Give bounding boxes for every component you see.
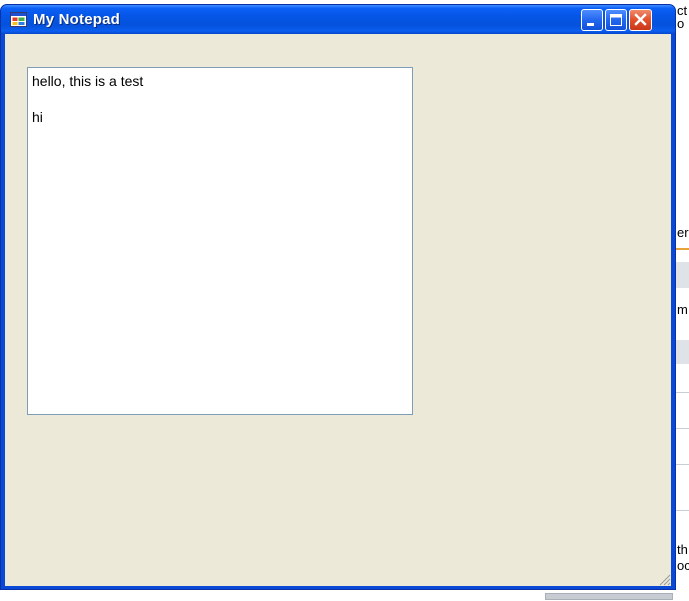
minimize-button[interactable] [581, 9, 603, 31]
background-divider [676, 392, 689, 393]
background-text-fragment: th [677, 542, 688, 557]
background-divider [676, 464, 689, 465]
background-divider [676, 428, 689, 429]
maximize-icon [610, 14, 622, 26]
app-window-icon[interactable] [10, 11, 27, 28]
title-bar[interactable]: My Notepad [1, 5, 675, 34]
background-text-fragment: er [677, 225, 689, 240]
background-text-fragment: oc [677, 558, 689, 573]
background-text-fragment: m [677, 302, 688, 317]
background-strip [0, 590, 689, 601]
window-client-area: hello, this is a test hi [5, 34, 671, 586]
editor-line: hello, this is a test [32, 73, 144, 89]
maximize-button[interactable] [605, 9, 627, 31]
background-band [676, 340, 689, 364]
close-button[interactable] [629, 9, 652, 31]
background-text-fragment: o [677, 16, 685, 31]
minimize-icon [587, 23, 594, 26]
close-icon [634, 13, 647, 26]
background-scrollbar [545, 593, 673, 600]
editor-textarea[interactable]: hello, this is a test hi [27, 67, 413, 415]
editor-line: hi [32, 109, 43, 125]
background-divider [676, 510, 689, 511]
resize-grip-icon[interactable] [657, 572, 671, 586]
notepad-window: My Notepad hello, this is a test hi [0, 4, 676, 590]
background-band [676, 262, 689, 288]
background-divider [676, 248, 689, 250]
window-title: My Notepad [33, 11, 121, 28]
